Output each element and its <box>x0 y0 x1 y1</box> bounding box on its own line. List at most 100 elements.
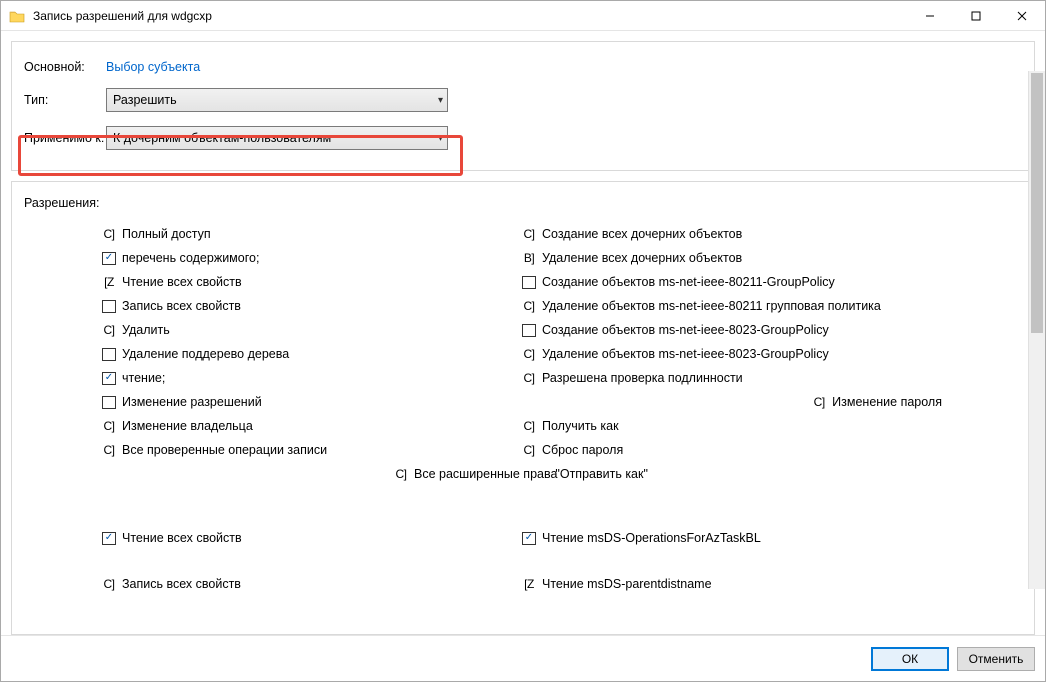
window-controls <box>907 1 1045 31</box>
type-combo-value: Разрешить <box>113 93 438 107</box>
checkbox-glyph[interactable]: C] <box>522 444 536 457</box>
checkbox-glyph[interactable]: C] <box>522 420 536 433</box>
property-item: ✓ Чтение msDS-OperationsForAzTaskBL <box>522 526 942 550</box>
cancel-button[interactable]: Отменить <box>957 647 1035 671</box>
checkbox-glyph[interactable]: [Z <box>522 578 536 591</box>
property-item: C] Запись всех свойств <box>102 572 522 596</box>
properties-label: Свойства: <box>11 500 1022 514</box>
permission-label: Удалить <box>122 323 170 337</box>
checkbox-glyph[interactable]: C] <box>522 348 536 361</box>
permission-label: Сброс пароля <box>542 443 623 457</box>
permission-label: Создание всех дочерних объектов <box>542 227 742 241</box>
checkbox-glyph[interactable]: C] <box>522 300 536 313</box>
permission-item: C] Удаление объектов ms-net-ieee-8023-Gro… <box>522 342 942 366</box>
checkbox-checked[interactable]: ✓ <box>102 532 116 545</box>
checkbox-glyph[interactable]: C] <box>522 372 536 385</box>
checkbox-glyph[interactable]: C] <box>394 468 408 481</box>
checkbox-glyph[interactable]: B] <box>522 252 536 265</box>
checkbox-glyph[interactable]: C] <box>102 420 116 433</box>
permission-label: Создание объектов ms-net-ieee-80211-Grou… <box>542 275 835 289</box>
permissions-columns: C] Полный доступ ✓ перечень содержимого; [Z Ч… <box>24 222 1022 462</box>
permission-label: Чтение msDS-parentdistname <box>542 577 712 591</box>
close-button[interactable] <box>999 1 1045 31</box>
permission-label: Изменение пароля <box>832 395 942 409</box>
checkbox-unchecked[interactable] <box>522 324 536 337</box>
minimize-button[interactable] <box>907 1 953 31</box>
checkbox-unchecked[interactable] <box>102 396 116 409</box>
principal-group: Основной: Выбор субъекта Тип: Разрешить … <box>11 41 1035 171</box>
property-item: ✓ Чтение всех свойств <box>102 526 522 550</box>
permission-item: C] Все проверенные операции записи <box>102 438 522 462</box>
titlebar: Запись разрешений для wdgcxp <box>1 1 1045 31</box>
permission-item: [Z Чтение всех свойств <box>102 270 522 294</box>
permission-item: C] Полный доступ <box>102 222 522 246</box>
permission-label: Чтение всех свойств <box>122 531 242 545</box>
checkbox-unchecked[interactable] <box>102 348 116 361</box>
permission-label: Изменение разрешений <box>122 395 262 409</box>
permission-label: Получить как <box>542 419 619 433</box>
type-combo[interactable]: Разрешить ▾ <box>106 88 448 112</box>
permissions-label: Разрешения: <box>24 196 1022 210</box>
checkbox-checked[interactable]: ✓ <box>102 372 116 385</box>
checkbox-glyph[interactable]: C] <box>102 578 116 591</box>
permission-item: Удаление поддерево дерева <box>102 342 522 366</box>
permission-item: ✓ чтение; <box>102 366 522 390</box>
permission-label: Изменение владельца <box>122 419 253 433</box>
permission-label: Чтение всех свойств <box>122 275 242 289</box>
checkbox-glyph[interactable]: C] <box>102 444 116 457</box>
checkbox-glyph[interactable]: C] <box>102 324 116 337</box>
checkbox-checked[interactable]: ✓ <box>102 252 116 265</box>
permission-item: C] Создание всех дочерних объектов <box>522 222 942 246</box>
maximize-button[interactable] <box>953 1 999 31</box>
permission-item: C] Получить как <box>522 414 942 438</box>
permission-item: Изменение разрешений <box>102 390 522 414</box>
applies-label: Применимо к: <box>24 131 106 145</box>
permission-item: Создание объектов ms-net-ieee-80211-Grou… <box>522 270 942 294</box>
ok-button[interactable]: ОК <box>871 647 949 671</box>
checkbox-glyph[interactable]: C] <box>812 396 826 409</box>
permission-item: C] Удалить <box>102 318 522 342</box>
applies-combo-value: К дочерним объектам-пользователям <box>113 131 438 145</box>
checkbox-glyph[interactable]: [Z <box>102 276 116 289</box>
permission-item: C] Удаление объектов ms-net-ieee-80211 гр… <box>522 294 942 318</box>
permission-item: C] Сброс пароля <box>522 438 942 462</box>
checkbox-checked[interactable]: ✓ <box>522 532 536 545</box>
permission-item: B] Удаление всех дочерних объектов <box>522 246 942 270</box>
permission-label: Чтение msDS-OperationsForAzTaskBL <box>542 531 761 545</box>
permission-label: Запись всех свойств <box>122 299 241 313</box>
permission-label: Разрешена проверка подлинности <box>542 371 743 385</box>
permission-item: ✓ перечень содержимого; <box>102 246 522 270</box>
checkbox-unchecked[interactable] <box>102 300 116 313</box>
permission-label: Удаление поддерево дерева <box>122 347 289 361</box>
permission-label: Все проверенные операции записи <box>122 443 327 457</box>
permission-label: Запись всех свойств <box>122 577 241 591</box>
permission-label: Удаление всех дочерних объектов <box>542 251 742 265</box>
permission-label: Создание объектов ms-net-ieee-8023-Group… <box>542 323 829 337</box>
applies-combo[interactable]: К дочерним объектам-пользователям ▾ <box>106 126 448 150</box>
permission-label: чтение; <box>122 371 165 385</box>
send-as-label: "Отправить как" <box>555 467 648 481</box>
permission-item: Запись всех свойств <box>102 294 522 318</box>
permission-label: Удаление объектов ms-net-ieee-8023-Group… <box>542 347 829 361</box>
chevron-down-icon: ▾ <box>438 95 443 106</box>
principal-label: Основной: <box>24 60 106 74</box>
permission-label: Удаление объектов ms-net-ieee-80211 груп… <box>542 299 881 313</box>
permission-item: C] Изменение пароля <box>812 390 942 414</box>
property-item: [Z Чтение msDS-parentdistname <box>522 572 942 596</box>
select-principal-link[interactable]: Выбор субъекта <box>106 60 200 74</box>
content: Основной: Выбор субъекта Тип: Разрешить … <box>1 31 1045 635</box>
permission-item: Создание объектов ms-net-ieee-8023-Group… <box>522 318 942 342</box>
checkbox-glyph[interactable]: C] <box>102 228 116 241</box>
scrollbar[interactable] <box>1028 71 1045 589</box>
permission-entry-window: Запись разрешений для wdgcxp Основной: В… <box>0 0 1046 682</box>
permissions-group: Разрешения: C] Полный доступ ✓ перечень сод… <box>11 181 1035 635</box>
permission-label: перечень содержимого; <box>122 251 259 265</box>
scroll-thumb[interactable] <box>1031 73 1043 333</box>
button-bar: ОК Отменить <box>1 635 1045 681</box>
permission-label: Полный доступ <box>122 227 211 241</box>
checkbox-glyph[interactable]: C] <box>522 228 536 241</box>
folder-icon <box>9 9 25 23</box>
chevron-down-icon: ▾ <box>438 133 443 144</box>
window-title: Запись разрешений для wdgcxp <box>33 9 907 23</box>
checkbox-unchecked[interactable] <box>522 276 536 289</box>
